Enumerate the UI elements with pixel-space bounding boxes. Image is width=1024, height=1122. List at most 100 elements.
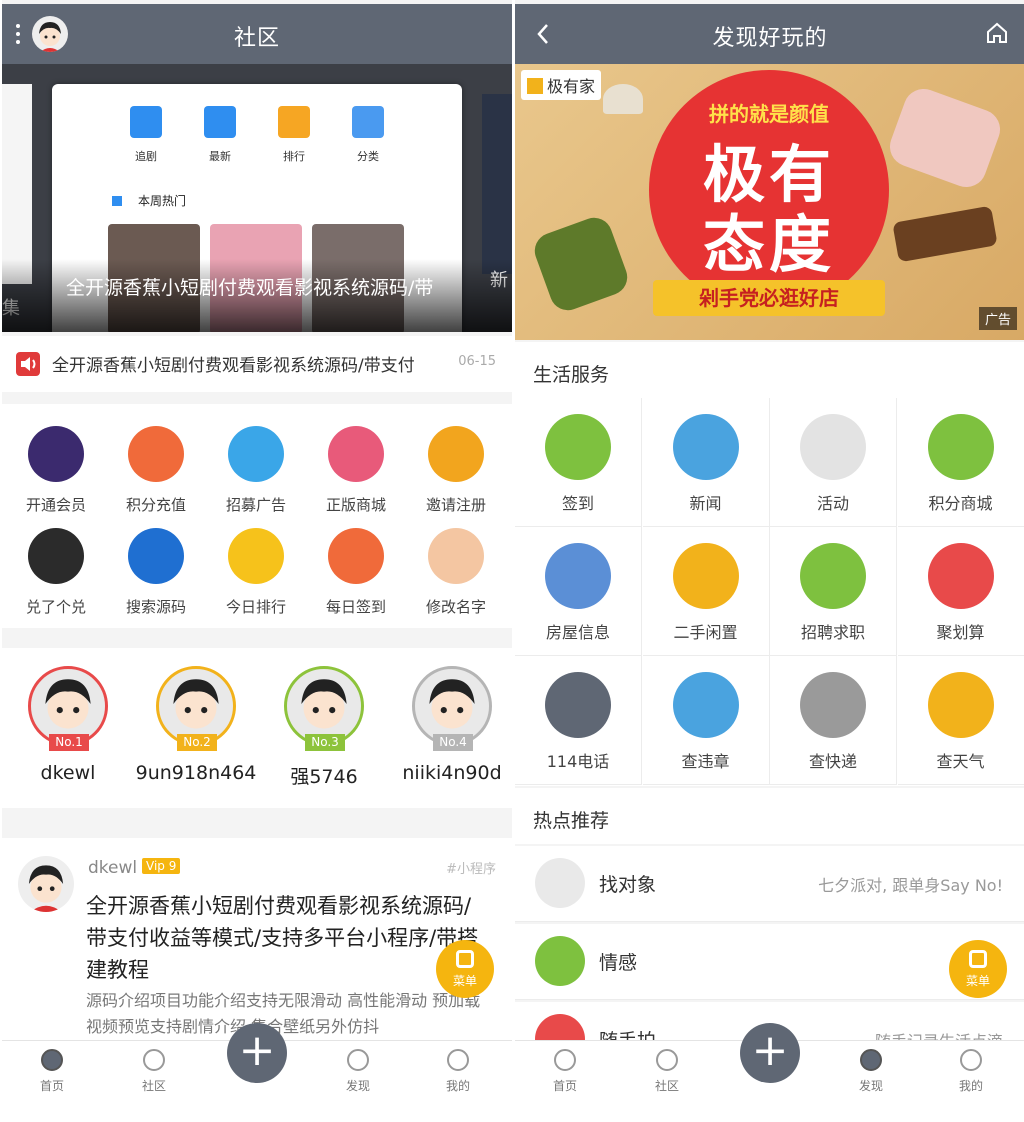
rank-user[interactable]: No.3 强5746 [260, 666, 388, 789]
add-post-button[interactable]: + [227, 1023, 287, 1083]
chair-left-graphic [529, 212, 633, 316]
service-item[interactable]: 查天气 [897, 656, 1024, 785]
home-icon [39, 1047, 65, 1073]
feature-item[interactable]: 开通会员 [6, 426, 106, 515]
rank-user[interactable]: No.4 niiki4n90d [388, 666, 512, 784]
pin-icon [800, 414, 866, 480]
brand-name: 极有家 [547, 77, 596, 96]
mini-image-icon [352, 106, 384, 138]
service-label: 房屋信息 [545, 623, 610, 642]
service-item[interactable]: 聚划算 [897, 527, 1024, 656]
rank-name: dkewl [40, 762, 96, 784]
crown-icon [228, 528, 284, 584]
feature-item[interactable]: 正版商城 [306, 426, 406, 515]
service-item[interactable]: 查快递 [770, 656, 897, 785]
feature-item[interactable]: 邀请注册 [406, 426, 506, 515]
service-item[interactable]: 二手闲置 [642, 527, 770, 656]
rank-avatar: No.3 [284, 666, 364, 751]
tab-home[interactable]: 首页 [525, 1047, 605, 1094]
hot-title: 找对象 [599, 874, 657, 896]
tab-user[interactable]: 我的 [418, 1047, 498, 1094]
feature-grid: 开通会员 积分充值 招募广告 正版商城 邀请注册兑了个兑 搜索源码 今日排行 每日签到 修改名字 [2, 404, 512, 628]
banner-caption-text: 全开源香蕉小短剧付费观看影视系统源码/带 [66, 277, 434, 299]
feature-label: 兑了个兑 [25, 598, 86, 616]
home-icon [552, 1047, 578, 1073]
tab-label: 发现 [345, 1079, 370, 1093]
feature-item[interactable]: 每日签到 [306, 528, 406, 617]
feature-item[interactable]: 兑了个兑 [6, 528, 106, 617]
mini-section-title: 本周热门 [138, 194, 187, 208]
services-grid: 签到 新闻 活动 积分商城房屋信息 二手闲置 招聘求职 聚划算 114电话 查违章 查快递 查天气 [515, 398, 1024, 786]
service-item[interactable]: 114电话 [515, 656, 642, 785]
banner-next-slide: 新 [482, 94, 512, 291]
tab-home[interactable]: 首页 [12, 1047, 92, 1094]
briefcase-icon [800, 543, 866, 609]
eye-icon [672, 414, 739, 480]
post-excerpt: 源码介绍项目功能介绍支持无限滑动 高性能滑动 预加载 视频预览支持剧情介绍,集合… [86, 991, 481, 1036]
life-services-header: 生活服务 [515, 342, 1024, 398]
chat-icon [141, 1047, 167, 1073]
post-avatar[interactable] [18, 856, 74, 912]
hot-item[interactable]: 找对象 七夕派对, 跟单身Say No! [515, 846, 1024, 922]
ad-banner[interactable]: 极有家 拼的就是颜值 极有 态度 剁手党必逛好店 广告 [515, 64, 1024, 340]
brand-logo-mark [527, 78, 543, 94]
heart-icon [535, 858, 585, 908]
tab-chat[interactable]: 社区 [627, 1047, 707, 1094]
post-tag[interactable]: #小程序 [446, 858, 496, 877]
feature-label: 邀请注册 [425, 496, 486, 514]
service-item[interactable]: 招聘求职 [770, 527, 897, 656]
feature-label: 开通会员 [25, 496, 86, 514]
windmill-icon [672, 543, 739, 609]
notice-bar[interactable]: 全开源香蕉小短剧付费观看影视系统源码/带支付 06-15 [2, 336, 512, 392]
service-item[interactable]: 查违章 [642, 656, 770, 785]
feature-item[interactable]: 修改名字 [406, 528, 506, 617]
mini-section-icon [112, 196, 122, 206]
tab-chat[interactable]: 社区 [114, 1047, 194, 1094]
home-icon[interactable] [985, 21, 1009, 49]
coffee-cup-icon [545, 414, 611, 480]
post-author[interactable]: dkewl [88, 858, 137, 878]
tab-broadcast[interactable]: 发现 [831, 1047, 911, 1094]
service-item[interactable]: 房屋信息 [515, 527, 642, 656]
service-item[interactable]: 新闻 [642, 398, 770, 527]
pillow-graphic [884, 83, 1006, 193]
ad-slogan-top: 拼的就是颜值 [709, 102, 829, 126]
service-label: 签到 [561, 494, 594, 513]
tab-label: 社区 [654, 1079, 679, 1093]
invite-icon [428, 426, 484, 482]
feature-label: 搜索源码 [125, 598, 186, 616]
service-label: 查违章 [681, 752, 730, 771]
menu-float-button[interactable]: 菜单 [949, 940, 1007, 998]
grid-icon [456, 950, 474, 968]
service-item[interactable]: 活动 [770, 398, 897, 527]
service-item[interactable]: 签到 [515, 398, 642, 527]
notice-text: 全开源香蕉小短剧付费观看影视系统源码/带支付 [52, 356, 415, 376]
signin-icon [328, 528, 384, 584]
tab-user[interactable]: 我的 [931, 1047, 1011, 1094]
tab-broadcast[interactable]: 发现 [318, 1047, 398, 1094]
post-title[interactable]: 全开源香蕉小短剧付费观看影视系统源码/带支付收益等模式/支持多平台小程序/带搭建… [86, 890, 482, 986]
feature-item[interactable]: 招募广告 [206, 426, 306, 515]
rank-user[interactable]: No.2 9un918n464 [132, 666, 260, 784]
exchange-icon [28, 528, 84, 584]
rank-badge: No.4 [433, 734, 473, 751]
feature-item[interactable]: 积分充值 [106, 426, 206, 515]
add-post-button[interactable]: + [740, 1023, 800, 1083]
service-label: 114电话 [546, 752, 610, 771]
rank-user[interactable]: No.1 dkewl [4, 666, 132, 784]
speedometer-icon [672, 672, 739, 738]
feature-label: 招募广告 [225, 496, 286, 514]
grid-icon [969, 950, 987, 968]
service-item[interactable]: 积分商城 [897, 398, 1024, 527]
mini-label: 最新 [209, 150, 231, 163]
feature-item[interactable]: 今日排行 [206, 528, 306, 617]
post-card[interactable]: dkewl Vip 9 #小程序 全开源香蕉小短剧付费观看影视系统源码/带支付收… [2, 838, 512, 1048]
feature-item[interactable]: 搜索源码 [106, 528, 206, 617]
rank-badge: No.3 [305, 734, 345, 751]
banner-carousel[interactable]: 集 新 追剧 最新 排行 分类 本周热门 全开源香蕉小短剧付费观看影视系统源码/… [2, 64, 512, 332]
hot-item[interactable]: 情感情感小 [515, 924, 1024, 1000]
menu-float-button[interactable]: 菜单 [436, 940, 494, 998]
banner-prev-slide: 集 [2, 84, 32, 319]
bottom-tab-bar: 首页 社区 发现 我的 + [515, 1023, 1024, 1102]
brand-logo: 极有家 [521, 70, 602, 100]
